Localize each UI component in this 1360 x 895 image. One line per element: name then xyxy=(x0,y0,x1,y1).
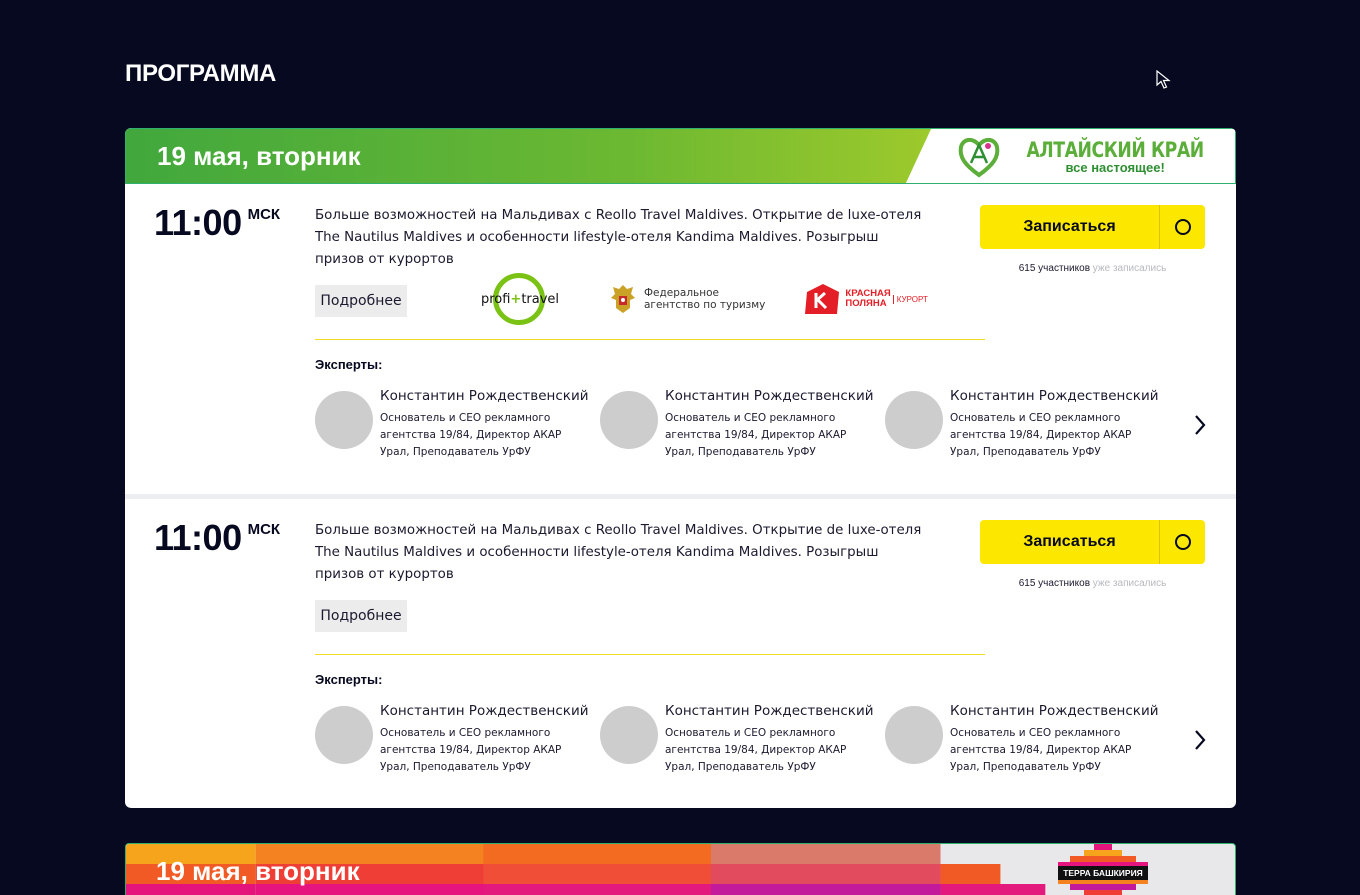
session-card: 11:00 МСК Больше возможностей на Мальдив… xyxy=(125,494,1236,808)
sponsor-title: АЛТАЙСКИЙ КРАЙ xyxy=(1026,137,1204,162)
section-divider xyxy=(315,339,985,340)
partner-logos: profi+travel Федеральное агентство по ту… xyxy=(480,271,928,327)
krasnaya-polyana-logo: КРАСНАЯ ПОЛЯНА КУРОРТ xyxy=(803,282,928,316)
avatar xyxy=(315,391,373,449)
expert-name: Константин Рождественский xyxy=(380,388,589,404)
sponsor-subtitle: все настоящее! xyxy=(1065,159,1165,175)
session-time: 11:00 МСК xyxy=(154,202,280,244)
heart-logo-icon xyxy=(958,138,1000,178)
mouse-cursor-icon xyxy=(1156,70,1171,89)
participants-count: 615 участников уже записались xyxy=(980,263,1205,274)
profi-travel-logo: profi+travel xyxy=(480,273,560,325)
day-date: 19 мая, вторник xyxy=(157,141,361,171)
fed-agency-name: Федеральное агентство по туризму xyxy=(644,287,766,311)
participants-suffix: уже записались xyxy=(1092,263,1167,274)
section-divider xyxy=(315,654,985,655)
participants-suffix: уже записались xyxy=(1092,578,1167,589)
avatar xyxy=(885,391,943,449)
expert-name: Константин Рождественский xyxy=(950,388,1159,404)
chevron-right-icon[interactable] xyxy=(1193,413,1207,437)
avatar xyxy=(315,706,373,764)
session-time-value: 11:00 xyxy=(154,517,242,558)
expert-card[interactable]: Константин Рождественский Основатель и C… xyxy=(315,703,600,776)
expert-name: Константин Рождественский xyxy=(950,703,1159,719)
participants-number: 615 участников xyxy=(1018,578,1091,589)
clock-circle-icon[interactable] xyxy=(1160,534,1205,550)
krasnaya-polyana-k-icon xyxy=(805,284,840,314)
experts-list: Константин Рождественский Основатель и C… xyxy=(315,388,1170,461)
expert-role: Основатель и CEO рекламного агентства 19… xyxy=(380,727,562,773)
avatar xyxy=(885,706,943,764)
profi-logo-left: profi xyxy=(480,291,511,307)
page-title: ПРОГРАММА xyxy=(125,60,277,87)
expert-card[interactable]: Константин Рождественский Основатель и C… xyxy=(315,388,600,461)
day-program-banner-2: 19 мая, вторник ТЕРРА БАШКИРИЯ xyxy=(125,843,1236,895)
coat-of-arms-icon xyxy=(611,285,635,313)
more-details-button[interactable]: Подробнее xyxy=(315,600,407,632)
profi-logo-plus: + xyxy=(510,291,522,307)
signup-button[interactable]: Записаться xyxy=(980,520,1205,564)
session-timezone: МСК xyxy=(247,206,281,223)
session-time: 11:00 МСК xyxy=(154,517,280,559)
session-description: Больше возможностей на Мальдивах с Reoll… xyxy=(315,523,922,582)
day-program-19-may: 19 мая, вторник АЛТАЙСКИЙ КРАЙ все насто… xyxy=(125,128,1236,808)
expert-role: Основатель и CEO рекламного агентства 19… xyxy=(665,412,847,458)
federal-tourism-agency-logo: Федеральное агентство по туризму xyxy=(608,282,765,316)
expert-role: Основатель и CEO рекламного агентства 19… xyxy=(950,412,1132,458)
experts-title: Эксперты: xyxy=(315,357,383,372)
expert-card[interactable]: Константин Рождественский Основатель и C… xyxy=(600,703,885,776)
expert-role: Основатель и CEO рекламного агентства 19… xyxy=(665,727,847,773)
expert-name: Константин Рождественский xyxy=(665,703,874,719)
expert-role: Основатель и CEO рекламного агентства 19… xyxy=(380,412,562,458)
participants-count: 615 участников уже записались xyxy=(980,578,1205,589)
expert-role: Основатель и CEO рекламного агентства 19… xyxy=(950,727,1132,773)
experts-title: Эксперты: xyxy=(315,672,383,687)
day-date: 19 мая, вторник xyxy=(156,856,360,886)
expert-card[interactable]: Константин Рождественский Основатель и C… xyxy=(885,703,1170,776)
expert-name: Константин Рождественский xyxy=(380,703,589,719)
session-time-value: 11:00 xyxy=(154,202,242,243)
avatar xyxy=(600,706,658,764)
session-timezone: МСК xyxy=(247,521,281,538)
session-card: 11:00 МСК Больше возможностей на Мальдив… xyxy=(125,184,1236,494)
clock-circle-icon[interactable] xyxy=(1160,219,1205,235)
expert-card[interactable]: Константин Рождественский Основатель и C… xyxy=(885,388,1170,461)
chevron-right-icon[interactable] xyxy=(1193,728,1207,752)
expert-card[interactable]: Константин Рождественский Основатель и C… xyxy=(600,388,885,461)
signup-label: Записаться xyxy=(1023,218,1116,235)
sponsor-title: ТЕРРА БАШКИРИЯ xyxy=(1058,866,1148,880)
more-details-button[interactable]: Подробнее xyxy=(315,285,407,317)
participants-number: 615 участников xyxy=(1018,263,1091,274)
day-banner: 19 мая, вторник АЛТАЙСКИЙ КРАЙ все насто… xyxy=(125,128,1236,184)
altai-krai-logo: АЛТАЙСКИЙ КРАЙ все настоящее! xyxy=(957,133,1223,179)
profi-logo-right: travel xyxy=(521,291,560,307)
kp-name: КРАСНАЯ ПОЛЯНА xyxy=(845,288,891,309)
session-description: Больше возможностей на Мальдивах с Reoll… xyxy=(315,208,922,267)
experts-list: Константин Рождественский Основатель и C… xyxy=(315,703,1170,776)
signup-label: Записаться xyxy=(1023,533,1116,550)
avatar xyxy=(600,391,658,449)
kp-tag: КУРОРТ xyxy=(892,294,928,304)
expert-name: Константин Рождественский xyxy=(665,388,874,404)
sponsor-logo-area: АЛТАЙСКИЙ КРАЙ все настоящее! xyxy=(905,129,1235,183)
signup-button[interactable]: Записаться xyxy=(980,205,1205,249)
